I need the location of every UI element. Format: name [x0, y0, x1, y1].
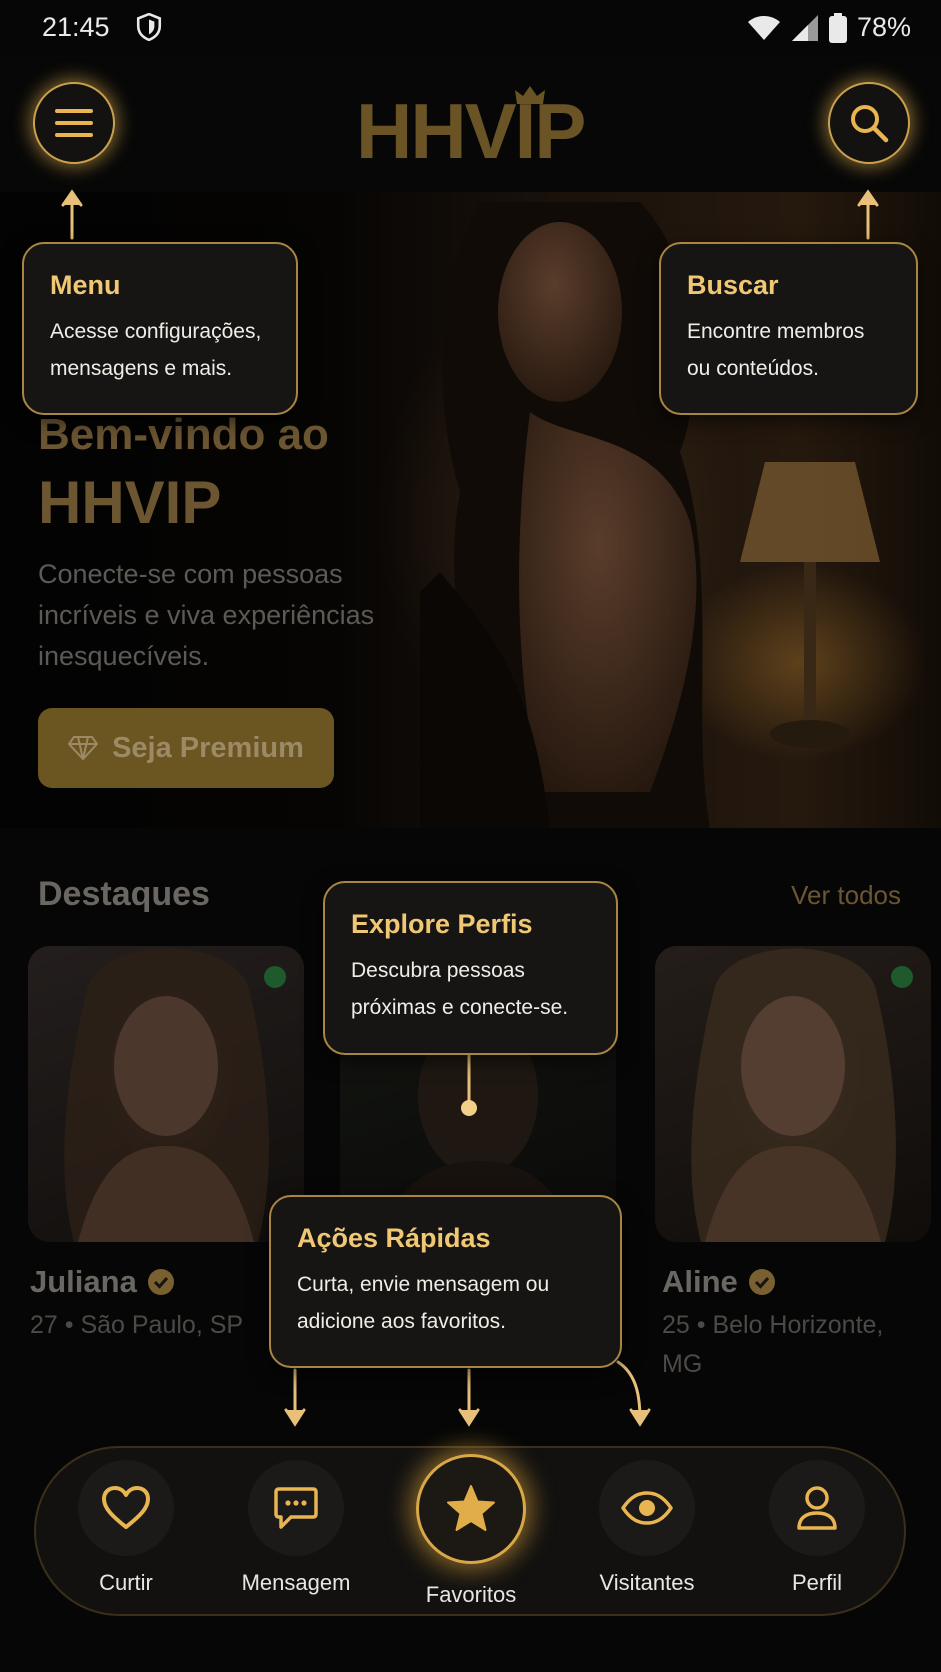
heart-icon: [102, 1486, 150, 1529]
tooltip-explore: Explore Perfis Descubra pessoas próximas…: [323, 881, 618, 1055]
tooltip-body: Curta, envie mensagem ou adicione aos fa…: [297, 1273, 550, 1333]
nav-icon-wrap: [599, 1460, 695, 1556]
bottom-nav: Curtir Mensagem Favoritos Visitantes Per…: [34, 1446, 906, 1616]
nav-icon-wrap: [78, 1460, 174, 1556]
nav-label: Mensagem: [241, 1570, 351, 1595]
tooltip-title: Buscar: [687, 270, 779, 300]
nav-label: Visitantes: [599, 1570, 695, 1595]
tooltip-title: Ações Rápidas: [297, 1223, 491, 1253]
nav-label: Perfil: [791, 1570, 843, 1595]
nav-visitors[interactable]: Visitantes: [577, 1460, 717, 1596]
message-icon: [274, 1487, 318, 1529]
tooltip-body: Descubra pessoas próximas e conecte-se.: [351, 959, 569, 1019]
user-icon: [797, 1486, 837, 1530]
nav-label: Curtir: [99, 1570, 153, 1595]
star-icon: [447, 1485, 495, 1531]
nav-icon-wrap-active: [416, 1454, 526, 1564]
nav-message[interactable]: Mensagem: [226, 1460, 366, 1596]
tooltip-quick-actions: Ações Rápidas Curta, envie mensagem ou a…: [269, 1195, 622, 1368]
eye-icon: [621, 1491, 673, 1525]
nav-profile[interactable]: Perfil: [747, 1460, 887, 1596]
nav-label: Favoritos: [425, 1582, 517, 1607]
nav-icon-wrap: [248, 1460, 344, 1556]
nav-icon-wrap: [769, 1460, 865, 1556]
tooltip-title: Menu: [50, 270, 121, 300]
tooltip-body: Acesse configurações, mensagens e mais.: [50, 320, 262, 380]
tooltip-search: Buscar Encontre membros ou conteúdos.: [659, 242, 918, 415]
tooltip-title: Explore Perfis: [351, 909, 533, 939]
pulse-dot: [461, 1100, 477, 1116]
tooltip-body: Encontre membros ou conteúdos.: [687, 320, 865, 380]
nav-like[interactable]: Curtir: [56, 1460, 196, 1596]
nav-favorites[interactable]: Favoritos: [401, 1454, 541, 1608]
tooltip-menu: Menu Acesse configurações, mensagens e m…: [22, 242, 298, 415]
